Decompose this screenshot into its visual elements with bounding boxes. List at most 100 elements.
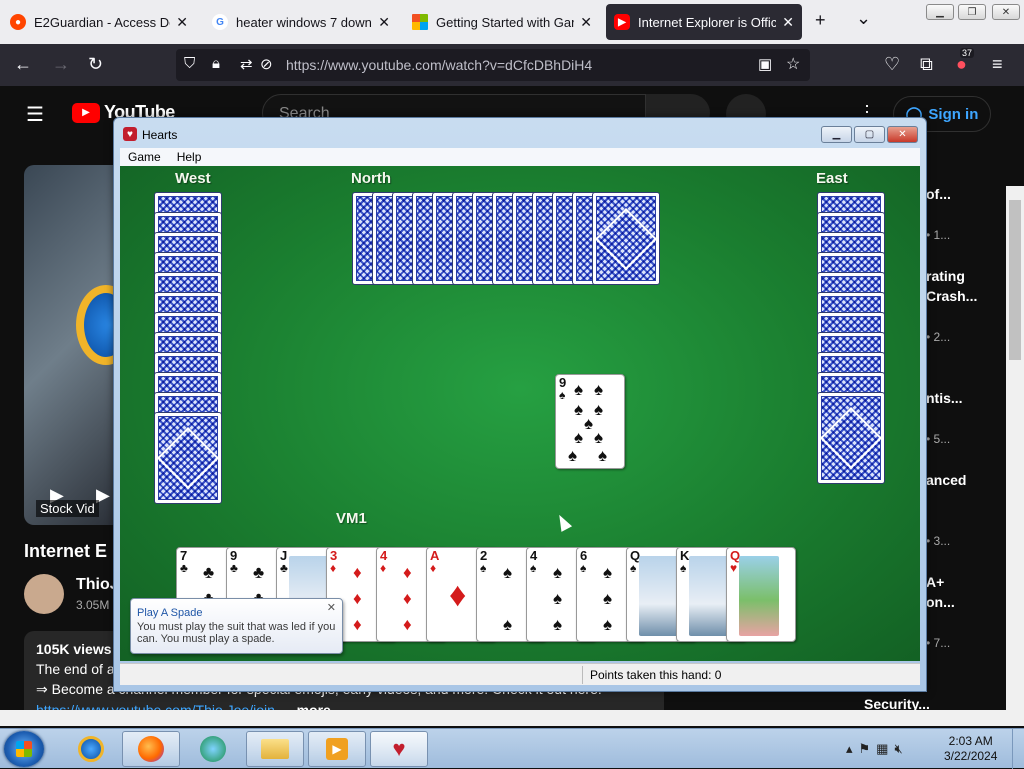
new-tab-button[interactable]: + bbox=[815, 10, 826, 31]
vertical-scrollbar[interactable] bbox=[1006, 186, 1024, 726]
close-icon[interactable]: ✕ bbox=[176, 14, 188, 31]
restore-button[interactable]: ❐ bbox=[958, 4, 986, 20]
pocket-icon[interactable]: ♡ bbox=[884, 54, 900, 75]
related-meta: • 1... bbox=[926, 228, 951, 242]
taskbar-file-explorer[interactable] bbox=[246, 731, 304, 767]
card-pip: ♠ bbox=[503, 563, 513, 582]
taskbar-media-player[interactable]: ▶ bbox=[308, 731, 366, 767]
badge-count: 37 bbox=[960, 48, 975, 58]
tracking-blocked-icon[interactable]: ⊘ bbox=[260, 55, 273, 73]
url-bar[interactable]: ⛉ 🔒︎ ⇄ ⊘ https://www.youtube.com/watch?v… bbox=[176, 49, 810, 81]
hint-title: Play A Spade bbox=[137, 607, 203, 619]
subscriber-count: 3.05M bbox=[76, 598, 110, 612]
close-window-button[interactable]: ✕ bbox=[992, 4, 1020, 20]
card-suit: ♦ bbox=[430, 561, 437, 575]
tab-e2guardian[interactable]: ● E2Guardian - Access Denied ✕ bbox=[2, 4, 196, 40]
face-card-art bbox=[639, 556, 679, 636]
hint-balloon: ✕ Play A Spade You must play the suit th… bbox=[130, 598, 343, 654]
hearts-window: ♥ Hearts ▁ ▢ ✕ Game Help West North East… bbox=[113, 117, 927, 692]
forward-arrow-icon[interactable]: → bbox=[52, 54, 70, 75]
system-tray[interactable]: ▴⚑▦🔇︎ bbox=[846, 741, 909, 757]
menu-game[interactable]: Game bbox=[128, 150, 161, 164]
related-title[interactable]: ntis... bbox=[926, 390, 963, 406]
card-pip: ♠ bbox=[553, 589, 563, 608]
related-title[interactable]: A+ bbox=[926, 574, 944, 590]
list-all-tabs-button[interactable]: ⌄ bbox=[856, 8, 871, 29]
file-explorer-icon bbox=[261, 739, 289, 759]
close-icon[interactable]: ✕ bbox=[580, 14, 592, 31]
card-suit: ♦ bbox=[380, 561, 387, 575]
reader-view-icon[interactable]: ▣ bbox=[758, 55, 772, 73]
maximize-button[interactable]: ▢ bbox=[854, 126, 885, 143]
menu-bar: Game Help bbox=[120, 148, 920, 166]
hand-card[interactable]: Q ♥ bbox=[726, 547, 796, 642]
card-back bbox=[817, 392, 885, 484]
start-button[interactable] bbox=[4, 731, 44, 767]
browser-nav-bar: ← → ↻ ⛉ 🔒︎ ⇄ ⊘ https://www.youtube.com/w… bbox=[0, 44, 1024, 86]
related-title[interactable]: rating bbox=[926, 268, 965, 284]
menu-help[interactable]: Help bbox=[177, 150, 202, 164]
taskbar-app[interactable] bbox=[184, 731, 242, 767]
card-pip: ♣ bbox=[203, 563, 215, 582]
card-suit: ♠ bbox=[480, 561, 487, 575]
tab-title: heater windows 7 download bbox=[236, 14, 372, 30]
related-meta: • 3... bbox=[926, 534, 951, 548]
hearts-icon: ♥ bbox=[392, 736, 406, 761]
menu-hamburger-icon[interactable]: ≡ bbox=[992, 54, 1003, 75]
avatar[interactable] bbox=[24, 574, 64, 614]
tab-title: E2Guardian - Access Denied bbox=[34, 14, 170, 30]
points-status: Points taken this hand: 0 bbox=[590, 668, 722, 682]
hint-text: You must play the suit that was led if y… bbox=[137, 621, 336, 645]
close-icon[interactable]: ✕ bbox=[378, 14, 390, 31]
bookmark-star-icon[interactable]: ☆ bbox=[786, 54, 800, 74]
show-desktop-button[interactable] bbox=[1012, 729, 1024, 769]
video-player[interactable]: ▶ ▶ Stock Vid bbox=[24, 165, 114, 525]
close-button[interactable]: ✕ bbox=[887, 126, 918, 143]
tab-heater[interactable]: G heater windows 7 download ✕ bbox=[204, 4, 398, 40]
close-icon[interactable]: ✕ bbox=[327, 601, 336, 614]
hamburger-icon[interactable]: ☰ bbox=[26, 102, 44, 127]
extensions-icon[interactable]: ⧉ bbox=[920, 54, 933, 75]
windows-logo-icon bbox=[16, 741, 32, 757]
face-card-art bbox=[739, 556, 779, 636]
horizontal-scrollbar[interactable] bbox=[0, 710, 1006, 726]
minimize-button[interactable]: ▁ bbox=[926, 4, 954, 20]
related-title-line2[interactable]: on... bbox=[926, 594, 955, 610]
firefox-icon bbox=[138, 736, 164, 762]
taskbar-firefox[interactable] bbox=[122, 731, 180, 767]
back-arrow-icon[interactable]: ← bbox=[14, 54, 32, 75]
card-suit: ♠ bbox=[559, 388, 566, 402]
reload-icon[interactable]: ↻ bbox=[88, 54, 103, 75]
overlay-text: Stock Vid bbox=[36, 500, 99, 517]
card-pip: ♠ bbox=[603, 589, 613, 608]
clock-date: 3/22/2024 bbox=[944, 749, 998, 763]
google-icon: G bbox=[212, 14, 228, 30]
url-text[interactable]: https://www.youtube.com/watch?v=dCfcDBhD… bbox=[286, 57, 592, 73]
related-title-line2[interactable]: Crash... bbox=[926, 288, 977, 304]
tab-internet-explorer[interactable]: ▶ Internet Explorer is Officially ✕ bbox=[606, 4, 802, 40]
player-north-label: North bbox=[351, 170, 391, 187]
permissions-icon[interactable]: ⇄ bbox=[240, 55, 253, 73]
youtube-play-icon: ▶ bbox=[72, 102, 100, 123]
card-pip: ♦ bbox=[403, 563, 412, 582]
close-icon[interactable]: ✕ bbox=[782, 14, 794, 31]
related-title[interactable]: of... bbox=[926, 186, 951, 202]
minimize-button[interactable]: ▁ bbox=[821, 126, 852, 143]
card-pip: ♠ bbox=[553, 615, 563, 634]
card-back bbox=[592, 192, 660, 285]
clock[interactable]: 2:03 AM 3/22/2024 bbox=[944, 734, 997, 764]
related-title[interactable]: anced bbox=[926, 472, 966, 488]
card-suit: ♠ bbox=[630, 561, 637, 575]
tab-getting-started[interactable]: Getting Started with Game ✕ bbox=[404, 4, 600, 40]
taskbar-internet-explorer[interactable] bbox=[62, 731, 120, 767]
related-meta: • 5... bbox=[926, 432, 951, 446]
taskbar-hearts[interactable]: ♥ bbox=[370, 731, 428, 767]
shield-icon[interactable]: ⛉ bbox=[184, 55, 195, 72]
taskbar: ▶ ♥ ▴⚑▦🔇︎ 2:03 AM 3/22/2024 bbox=[0, 728, 1024, 769]
related-meta: • 2... bbox=[926, 330, 951, 344]
card-pip: ♦ bbox=[353, 589, 362, 608]
card-suit: ♣ bbox=[280, 561, 288, 575]
card-pip: ♦ bbox=[353, 615, 362, 634]
lock-icon[interactable]: 🔒︎ bbox=[212, 55, 220, 72]
hearts-icon: ♥ bbox=[123, 127, 137, 141]
